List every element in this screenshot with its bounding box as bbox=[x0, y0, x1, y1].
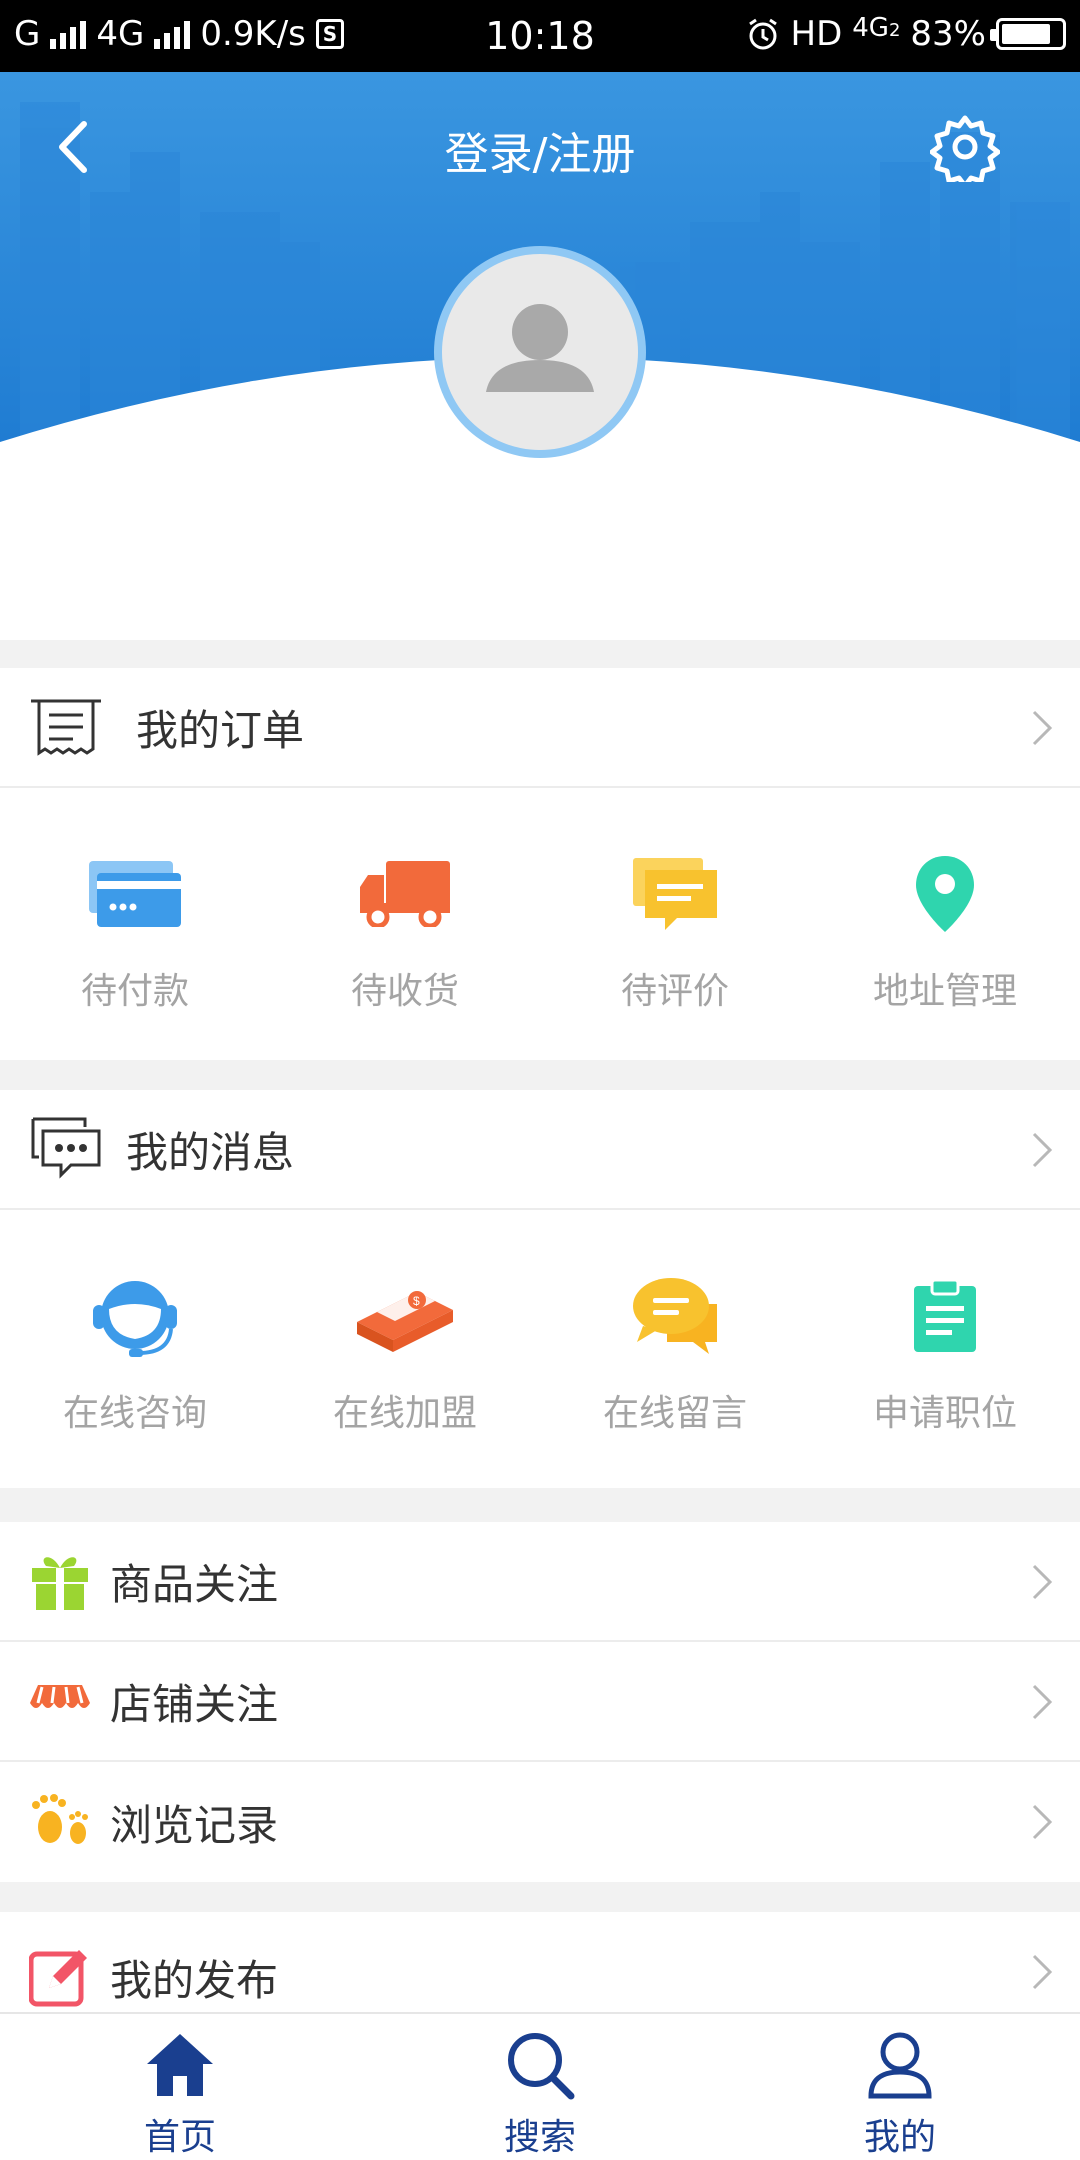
page-title: 登录/注册 bbox=[444, 129, 636, 180]
follow-list-card: 商品关注 店铺关注 浏览记录 bbox=[0, 1522, 1080, 1882]
nav-bar: 登录/注册 bbox=[0, 72, 1080, 222]
clipboard-icon bbox=[895, 1266, 995, 1366]
order-pending-review[interactable]: 待评价 bbox=[540, 788, 810, 1058]
avatar-image bbox=[442, 254, 638, 450]
gear-icon[interactable] bbox=[930, 112, 1000, 182]
online-franchise-label: 在线加盟 bbox=[332, 1393, 477, 1434]
alarm-icon bbox=[748, 18, 777, 50]
footprints-icon bbox=[28, 1790, 92, 1854]
my-messages-label: 我的消息 bbox=[126, 1127, 295, 1177]
battery-icon bbox=[990, 18, 1066, 50]
hd-label: HD bbox=[790, 14, 843, 54]
chevron-right-icon bbox=[1032, 1564, 1053, 1600]
online-consult-label: 在线咨询 bbox=[62, 1393, 207, 1434]
orders-card: 我的订单 待付款 待收货 待评价 地址管理 bbox=[0, 668, 1080, 1060]
shop-follow-row[interactable]: 店铺关注 bbox=[0, 1642, 1080, 1762]
home-icon bbox=[140, 2028, 220, 2102]
online-message[interactable]: 在线留言 bbox=[540, 1210, 810, 1480]
online-message-label: 在线留言 bbox=[602, 1393, 747, 1434]
truck-icon bbox=[355, 844, 455, 944]
chevron-right-icon bbox=[1032, 1954, 1053, 1990]
tab-search-label: 搜索 bbox=[503, 2117, 576, 2158]
gift-icon bbox=[28, 1549, 92, 1613]
my-publish-row[interactable]: 我的发布 bbox=[0, 1912, 1080, 2012]
my-messages-row[interactable]: 我的消息 bbox=[0, 1090, 1080, 1210]
chat-bubbles-icon bbox=[26, 1109, 106, 1189]
order-pending-payment-label: 待付款 bbox=[80, 971, 189, 1012]
online-franchise[interactable]: $ 在线加盟 bbox=[270, 1210, 540, 1480]
apply-job-label: 申请职位 bbox=[872, 1393, 1017, 1434]
svg-text:$: $ bbox=[413, 1294, 420, 1308]
address-management-label: 地址管理 bbox=[872, 971, 1017, 1012]
edit-icon bbox=[28, 1945, 92, 2009]
order-pending-payment[interactable]: 待付款 bbox=[0, 788, 270, 1058]
money-stack-icon: $ bbox=[355, 1266, 455, 1366]
chevron-right-icon bbox=[1032, 1804, 1053, 1840]
network-sub: 2 bbox=[888, 20, 901, 41]
order-pending-receipt[interactable]: 待收货 bbox=[270, 788, 540, 1058]
orders-grid: 待付款 待收货 待评价 地址管理 bbox=[0, 788, 1080, 1058]
battery-percent: 83% bbox=[910, 14, 986, 54]
user-icon bbox=[860, 2028, 940, 2102]
publish-card: 我的发布 bbox=[0, 1912, 1080, 2012]
chevron-right-icon bbox=[1032, 1132, 1053, 1168]
status-right: HD 4G2 83% bbox=[745, 13, 1066, 54]
location-pin-icon bbox=[895, 844, 995, 944]
shop-awning-icon bbox=[28, 1669, 92, 1733]
messages-card: 我的消息 在线咨询 $ 在线加盟 在线留言 申请职位 bbox=[0, 1090, 1080, 1488]
message-icon bbox=[625, 1266, 725, 1366]
network-type-right: 4G2 bbox=[852, 13, 900, 43]
comment-icon bbox=[625, 844, 725, 944]
tab-mine[interactable]: 我的 bbox=[720, 2014, 1080, 2160]
search-icon bbox=[500, 2028, 580, 2102]
order-pending-receipt-label: 待收货 bbox=[350, 971, 459, 1012]
browse-history-row[interactable]: 浏览记录 bbox=[0, 1762, 1080, 1882]
tab-home[interactable]: 首页 bbox=[0, 2014, 360, 2160]
product-follow-row[interactable]: 商品关注 bbox=[0, 1522, 1080, 1642]
shop-follow-label: 店铺关注 bbox=[110, 1679, 279, 1729]
status-bar: G 4G 0.9K/s S 10:18 HD 4G2 83% bbox=[0, 0, 1080, 72]
avatar[interactable] bbox=[434, 246, 646, 458]
receipt-icon bbox=[26, 687, 106, 767]
messages-grid: 在线咨询 $ 在线加盟 在线留言 申请职位 bbox=[0, 1210, 1080, 1480]
order-pending-review-label: 待评价 bbox=[620, 971, 729, 1012]
profile-header: 登录/注册 bbox=[0, 72, 1080, 640]
tab-search[interactable]: 搜索 bbox=[360, 2014, 720, 2160]
network-type-right-text: 4G bbox=[852, 13, 889, 43]
my-publish-label: 我的发布 bbox=[110, 1955, 279, 2005]
address-management[interactable]: 地址管理 bbox=[810, 788, 1080, 1058]
chevron-right-icon bbox=[1032, 710, 1053, 746]
browse-history-label: 浏览记录 bbox=[110, 1800, 279, 1850]
my-orders-row[interactable]: 我的订单 bbox=[0, 668, 1080, 788]
apply-job[interactable]: 申请职位 bbox=[810, 1210, 1080, 1480]
tab-bar: 首页 搜索 我的 bbox=[0, 2012, 1080, 2160]
my-orders-label: 我的订单 bbox=[136, 705, 305, 755]
tab-mine-label: 我的 bbox=[863, 2117, 936, 2158]
product-follow-label: 商品关注 bbox=[110, 1559, 279, 1609]
card-icon bbox=[85, 844, 185, 944]
online-consult[interactable]: 在线咨询 bbox=[0, 1210, 270, 1480]
tab-home-label: 首页 bbox=[143, 2117, 216, 2158]
chevron-right-icon bbox=[1032, 1684, 1053, 1720]
user-silhouette-icon bbox=[486, 304, 594, 392]
headset-icon bbox=[85, 1266, 185, 1366]
